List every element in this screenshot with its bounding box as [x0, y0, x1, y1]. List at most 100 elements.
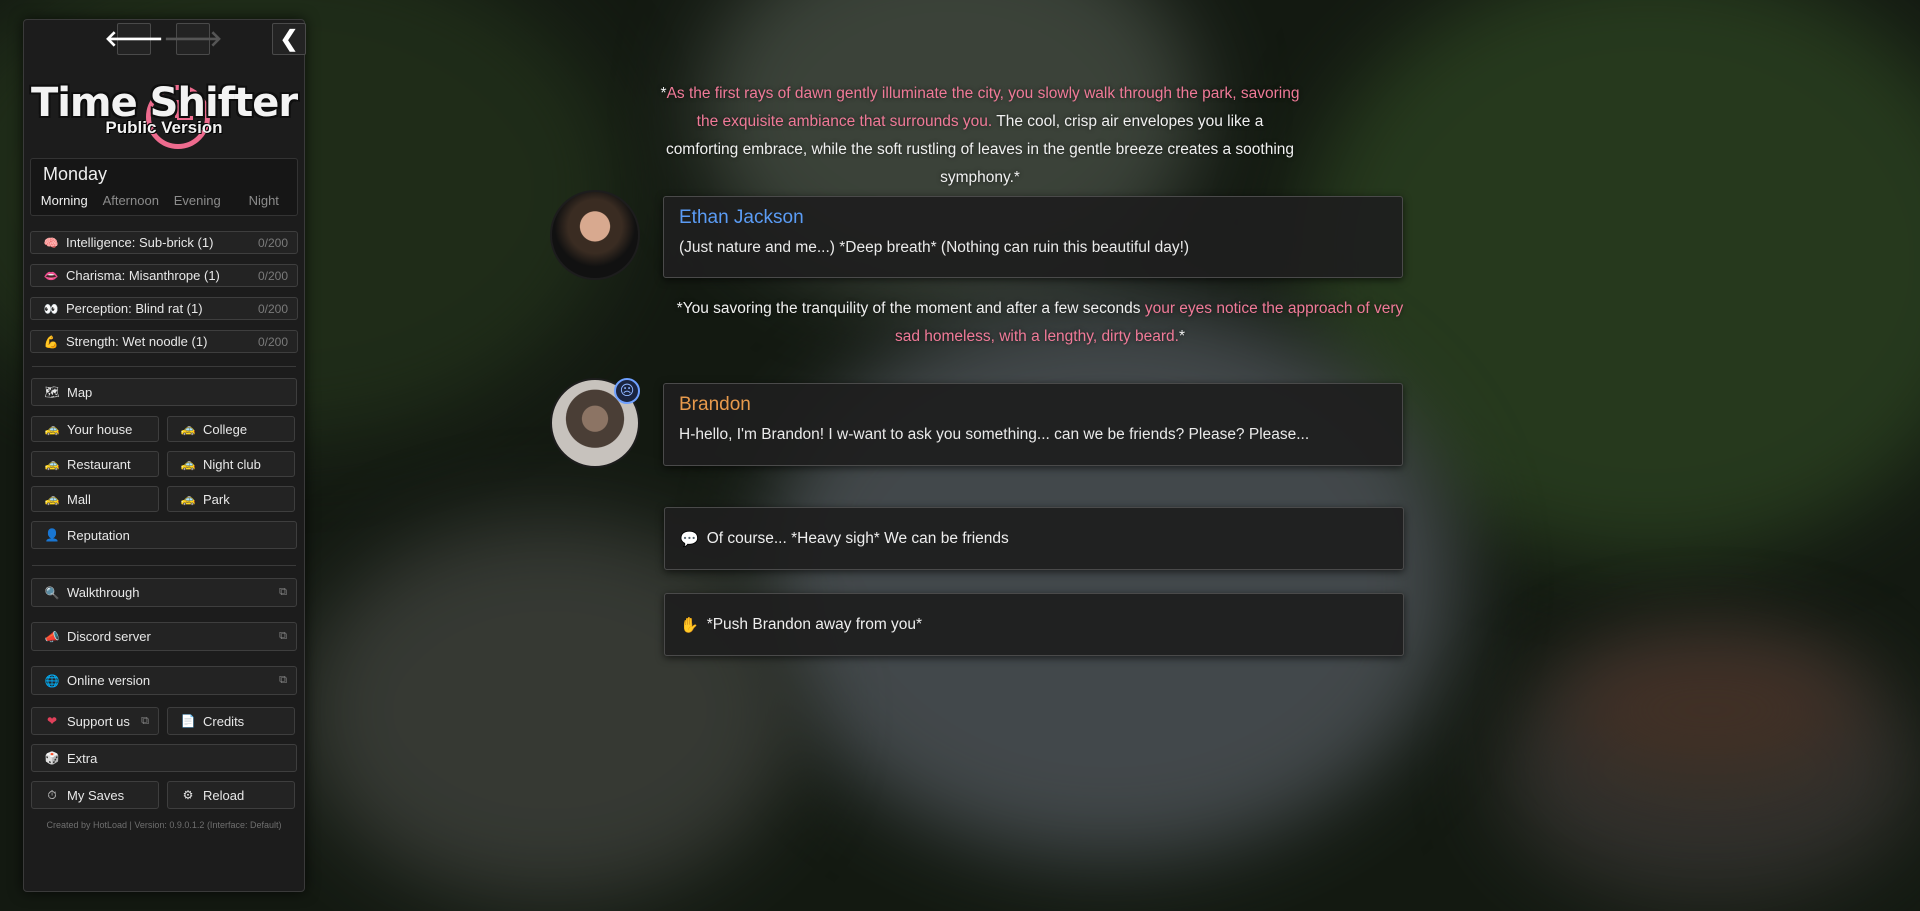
globe-icon: 🌐: [44, 673, 60, 688]
location-label: Your house: [67, 421, 133, 437]
document-icon: 📄: [180, 714, 196, 728]
divider: [32, 565, 296, 566]
taxi-icon: 🚕: [180, 457, 196, 471]
map-label: Map: [67, 384, 93, 400]
chevron-left-icon: ❮: [279, 26, 299, 51]
dialog-box: Ethan Jackson (Just nature and me...) *D…: [663, 196, 1403, 278]
map-icon: 🗺: [44, 385, 60, 399]
online-version-link[interactable]: 🌐 Online version ⧉: [31, 666, 297, 695]
megaphone-icon: 📣: [44, 629, 60, 644]
sad-mood-icon: ☹: [614, 378, 640, 404]
calendar-panel: Monday Morning Afternoon Evening Night: [30, 158, 298, 216]
external-link-icon: ⧉: [279, 586, 287, 598]
dialog-box: Brandon H-hello, I'm Brandon! I w-want t…: [663, 383, 1403, 466]
speaker-name: Ethan Jackson: [679, 207, 804, 228]
time-evening: Evening: [173, 193, 221, 208]
person-icon: 👤: [44, 528, 60, 542]
magnifier-icon: 🔍: [44, 585, 60, 600]
narration-text: *As the first rays of dawn gently illumi…: [660, 85, 1300, 186]
location-night-club[interactable]: 🚕 Night club: [167, 451, 295, 477]
stat-label: Strength: Wet noodle (1): [66, 334, 208, 349]
external-link-icon: ⧉: [279, 674, 287, 686]
stat-value: 0/200: [257, 334, 288, 349]
dice-icon: 🎲: [44, 751, 60, 765]
stat-value: 0/200: [257, 235, 288, 250]
reload-label: Reload: [203, 787, 245, 803]
stat-value: 0/200: [257, 268, 288, 283]
location-college[interactable]: 🚕 College: [167, 416, 295, 442]
arrow-left-icon: 🡐: [104, 26, 164, 51]
extra-label: Extra: [67, 750, 98, 766]
sidebar: 🡐 🡒 ❮ Time Shifter Public Version Monday…: [23, 19, 306, 892]
eyes-icon: 👀: [43, 301, 59, 316]
time-of-day-list: Morning Afternoon Evening Night: [31, 193, 297, 208]
map-button[interactable]: 🗺 Map: [31, 378, 297, 406]
location-label: Park: [203, 491, 230, 507]
ethan-avatar: [550, 190, 640, 280]
speech-bubble-icon: 💬: [680, 530, 699, 548]
speaker-name: Brandon: [679, 394, 751, 415]
location-restaurant[interactable]: 🚕 Restaurant: [31, 451, 159, 477]
external-link-icon: ⧉: [279, 630, 287, 642]
reputation-label: Reputation: [67, 527, 130, 543]
time-afternoon: Afternoon: [102, 193, 159, 208]
taxi-icon: 🚕: [180, 492, 196, 506]
stat-label: Charisma: Misanthrope (1): [66, 268, 220, 283]
divider: [32, 366, 296, 367]
gear-icon: ⚙: [182, 788, 194, 802]
forward-button[interactable]: 🡒: [164, 23, 223, 55]
muscle-icon: 💪: [43, 334, 59, 349]
choice-befriend[interactable]: 💬 Of course... *Heavy sigh* We can be fr…: [664, 507, 1404, 570]
narration-text: *You savoring the tranquility of the mom…: [676, 300, 1404, 345]
location-your-house[interactable]: 🚕 Your house: [31, 416, 159, 442]
reputation-button[interactable]: 👤 Reputation: [31, 521, 297, 549]
heart-icon: ❤: [46, 714, 58, 728]
link-label: Walkthrough: [67, 585, 140, 600]
taxi-icon: 🚕: [180, 422, 196, 436]
time-morning: Morning: [40, 193, 88, 208]
stat-strength[interactable]: 💪 Strength: Wet noodle (1) 0/200: [30, 330, 298, 353]
stat-label: Perception: Blind rat (1): [66, 301, 203, 316]
walkthrough-link[interactable]: 🔍 Walkthrough ⧉: [31, 578, 297, 607]
choice-label: *Push Brandon away from you*: [706, 615, 923, 633]
collapse-sidebar-button[interactable]: ❮: [272, 23, 306, 55]
link-label: Support us: [67, 713, 130, 729]
extra-button[interactable]: 🎲 Extra: [31, 744, 297, 772]
my-saves-button[interactable]: ⏱ My Saves: [31, 781, 159, 809]
location-mall[interactable]: 🚕 Mall: [31, 486, 159, 512]
link-label: Online version: [67, 673, 151, 688]
time-night: Night: [248, 193, 279, 208]
choice-push-away[interactable]: ✋ *Push Brandon away from you*: [664, 593, 1404, 656]
support-us-link[interactable]: ❤ Support us ⧉: [31, 707, 159, 735]
taxi-icon: 🚕: [44, 457, 60, 471]
dialog-line: (Just nature and me...) *Deep breath* (N…: [679, 239, 1190, 256]
taxi-icon: 🚕: [44, 422, 60, 436]
discord-link[interactable]: 📣 Discord server ⧉: [31, 622, 297, 651]
location-label: College: [203, 421, 248, 437]
current-day: Monday: [43, 164, 108, 184]
history-nav: 🡐 🡒 ❮: [24, 23, 306, 57]
stat-value: 0/200: [257, 301, 288, 316]
logo-subtitle: Public Version: [105, 118, 223, 137]
lips-icon: 👄: [43, 268, 59, 283]
game-logo: Time Shifter Public Version: [24, 80, 304, 160]
dialog-line: H-hello, I'm Brandon! I w-want to ask yo…: [679, 426, 1310, 443]
story-panel: *As the first rays of dawn gently illumi…: [540, 0, 1420, 911]
reload-button[interactable]: ⚙ Reload: [167, 781, 295, 809]
choice-label: Of course... *Heavy sigh* We can be frie…: [706, 529, 1009, 547]
taxi-icon: 🚕: [44, 492, 60, 506]
credits-label: Credits: [203, 713, 245, 729]
back-button[interactable]: 🡐: [105, 23, 164, 55]
location-label: Mall: [67, 491, 91, 507]
brain-icon: 🧠: [43, 235, 59, 250]
credits-button[interactable]: 📄 Credits: [167, 707, 295, 735]
location-label: Restaurant: [67, 456, 131, 472]
stopwatch-icon: ⏱: [47, 787, 57, 802]
location-park[interactable]: 🚕 Park: [167, 486, 295, 512]
stat-label: Intelligence: Sub-brick (1): [66, 235, 214, 250]
location-label: Night club: [203, 456, 261, 472]
link-label: Discord server: [67, 629, 151, 644]
stat-intelligence[interactable]: 🧠 Intelligence: Sub-brick (1) 0/200: [30, 231, 298, 254]
stat-perception[interactable]: 👀 Perception: Blind rat (1) 0/200: [30, 297, 298, 320]
stat-charisma[interactable]: 👄 Charisma: Misanthrope (1) 0/200: [30, 264, 298, 287]
